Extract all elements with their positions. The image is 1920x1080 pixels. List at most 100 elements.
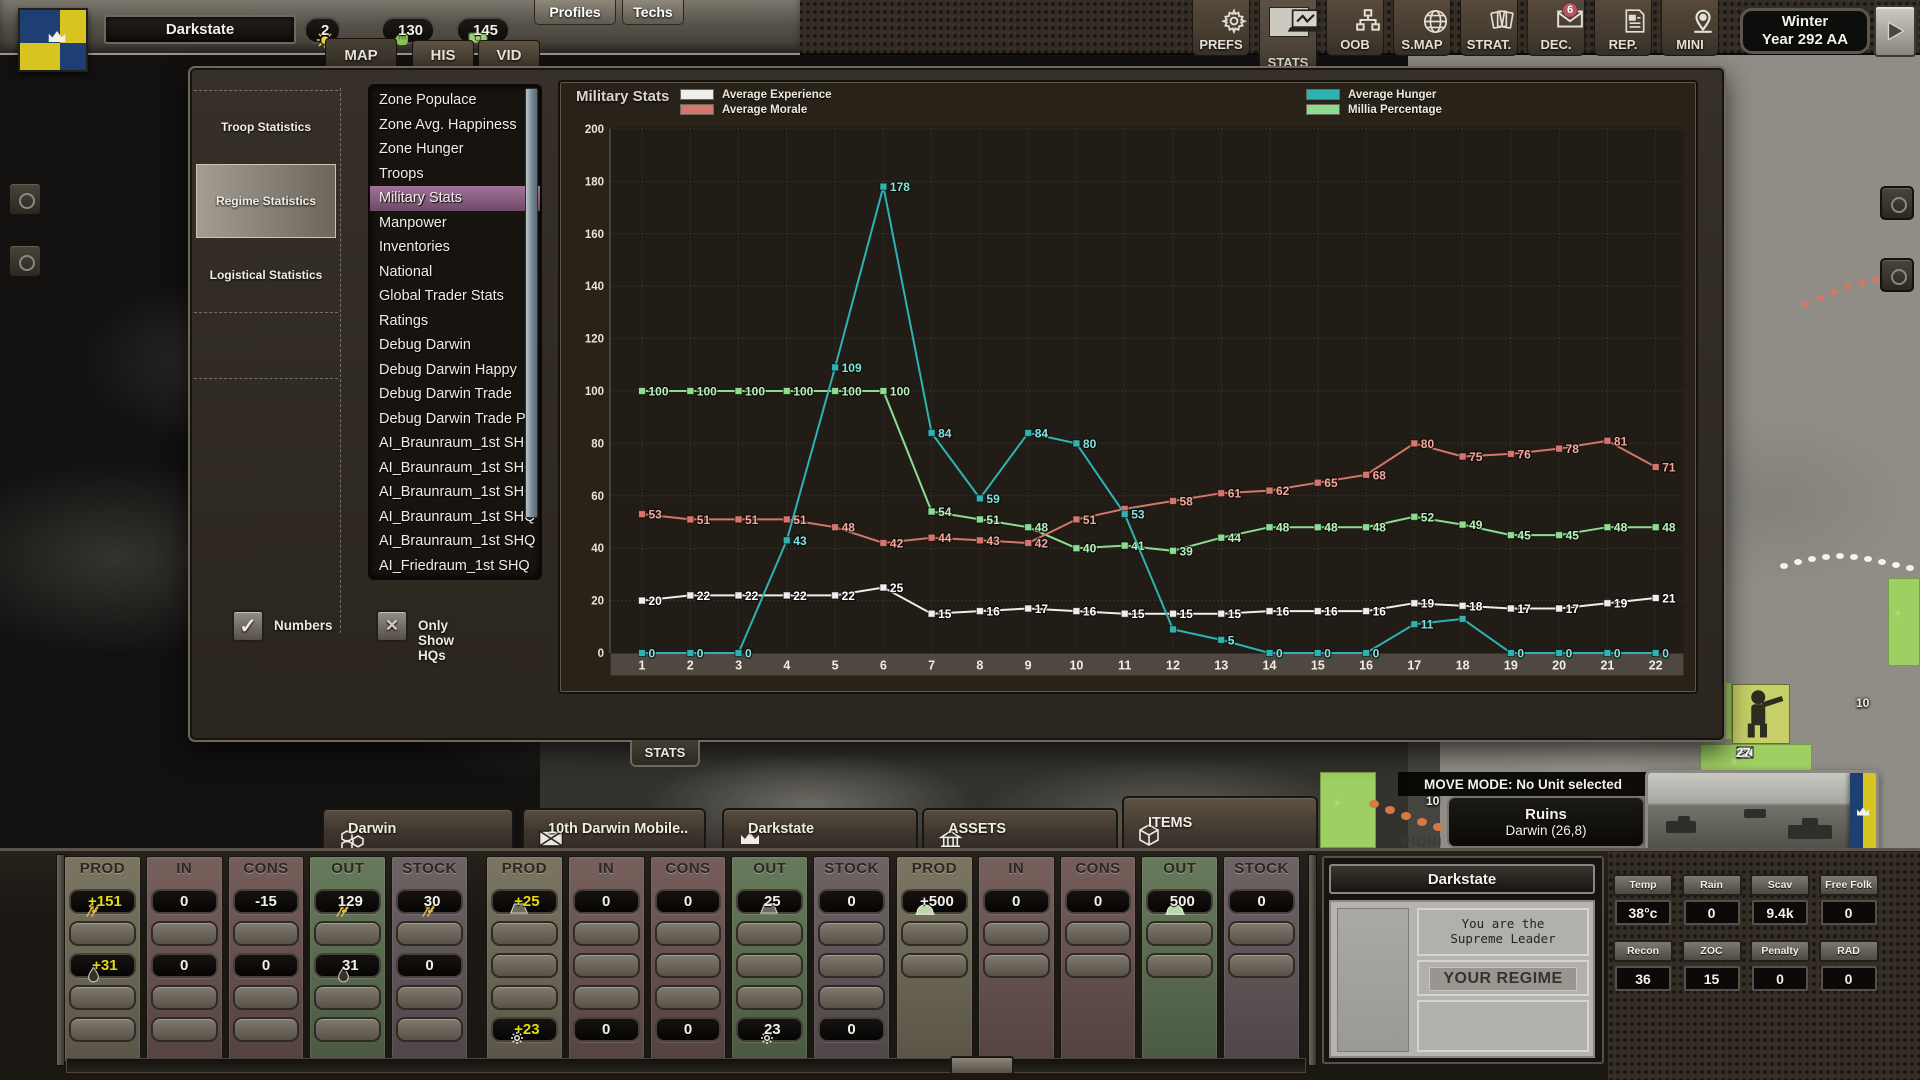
resource-cell[interactable]: 23 [736,1017,803,1042]
resource-cell[interactable]: 30 [396,889,463,914]
resource-cell[interactable]: 0 [151,953,218,978]
svg-text:42: 42 [1035,537,1049,551]
chart-plot: 0204060801001201401601802001234567891011… [560,82,1696,692]
svg-text:7: 7 [928,659,935,673]
only-show-hqs-checkbox[interactable]: ✕ [376,610,408,642]
svg-text:54: 54 [938,505,952,519]
svg-text:0: 0 [1276,647,1283,661]
list-item[interactable]: Zone Populace [370,88,540,113]
resource-cell[interactable]: 0 [1228,889,1295,914]
list-item[interactable]: Military Stats [370,186,540,211]
dock-tab-label: 10th Darwin Mobile.. [548,821,688,837]
list-item[interactable]: AI_Braunraum_1st SHQ [370,505,540,530]
dock-tab-assets[interactable]: ASSETS [922,808,1118,848]
list-item[interactable]: Troops [370,162,540,187]
panel-scroll-track[interactable] [66,1058,1306,1073]
svg-text:39: 39 [1180,544,1194,558]
list-item[interactable]: Debug Darwin Happy [370,358,540,383]
tank-silhouette [1744,809,1766,818]
dock-tab-items[interactable]: ITEMS [1122,796,1318,848]
resource-value: 0 [180,893,188,910]
panel-scroll-thumb[interactable] [950,1056,1014,1075]
map-unit-soldier-tile[interactable] [1732,684,1790,744]
dec-button[interactable]: DEC.6 [1527,0,1585,56]
map-tool-button[interactable] [8,182,42,216]
svg-text:17: 17 [1035,602,1049,616]
resource-cell-empty [901,953,968,978]
resource-cell[interactable]: 31 [314,953,381,978]
resource-column-in: IN0 [978,856,1055,1063]
list-item[interactable]: Zone Avg. Happiness [370,113,540,138]
resource-cell[interactable]: 129 [314,889,381,914]
dock-tab-10th-darwin-mobile-[interactable]: 10th Darwin Mobile.. [522,808,706,848]
oob-button[interactable]: OOB [1326,0,1384,56]
resource-cell[interactable]: +23 [491,1017,558,1042]
list-item[interactable]: AI_Braunraum_1st SHQ [370,529,540,554]
resource-cell[interactable]: 0 [573,1017,640,1042]
game-screen: 27 10 10 PIORI Darkstate 2130145 Profile… [0,0,1920,1080]
list-item[interactable]: Debug Darwin Trade [370,382,540,407]
map-tool-button[interactable] [8,244,42,278]
resource-cell[interactable]: 0 [1065,889,1132,914]
resource-value: 130 [398,22,423,39]
tile-stat-value: 9.4k [1752,900,1808,925]
stats-window-tab[interactable]: STATS [630,740,700,767]
resource-cell[interactable]: +151 [69,889,136,914]
list-item[interactable]: Ratings [370,309,540,334]
end-turn-button[interactable] [1874,5,1916,57]
stats-button[interactable]: STATS [1259,0,1317,74]
list-item[interactable]: AI_Braunraum_1st SHQ [370,456,540,481]
resource-cell[interactable]: +500 [901,889,968,914]
list-item[interactable]: Zone Hunger [370,137,540,162]
list-item[interactable]: Global Trader Stats [370,284,540,309]
your-regime-button[interactable]: YOUR REGIME [1429,967,1577,991]
sidebar-item-logistical-statistics[interactable]: Logistical Statistics [196,238,336,312]
resource-cell[interactable]: 0 [573,889,640,914]
resource-cell[interactable]: +25 [491,889,558,914]
svg-text:16: 16 [986,605,1000,619]
resource-cell[interactable]: 0 [983,889,1050,914]
resource-value: 0 [847,1021,855,1038]
list-item[interactable]: National [370,260,540,285]
strat-button[interactable]: STRAT. [1460,0,1518,56]
resource-value: 0 [262,957,270,974]
resource-cell[interactable]: 0 [818,1017,885,1042]
resource-cell[interactable]: 0 [233,953,300,978]
stat-list-scrollbar[interactable] [525,88,538,518]
list-item[interactable]: AI_Friedraum_1st SHQ [370,554,540,579]
svg-text:22: 22 [842,589,856,603]
prefs-button[interactable]: PREFS [1192,0,1250,56]
resource-cell[interactable]: -15 [233,889,300,914]
map-tool-button[interactable] [1880,186,1914,220]
profiles-button[interactable]: Profiles [534,0,616,25]
resource-cell[interactable]: 0 [396,953,463,978]
smap-button[interactable]: S.MAP [1393,0,1451,56]
resource-value: +23 [514,1021,539,1038]
list-item[interactable]: AI_Braunraum_1st SHQ [370,480,540,505]
numbers-checkbox[interactable]: ✓ [232,610,264,642]
list-item[interactable]: AI_Braunraum_1st SHQ [370,431,540,456]
map-tool-button[interactable] [1880,258,1914,292]
svg-text:0: 0 [1614,647,1621,661]
resource-cell[interactable]: 25 [736,889,803,914]
resource-cell[interactable]: 500 [1146,889,1213,914]
tile-stat-label: Penalty [1750,940,1810,962]
dock-tab-darkstate[interactable]: Darkstate [722,808,918,848]
list-item[interactable]: Manpower [370,211,540,236]
svg-text:11: 11 [1118,659,1131,673]
flag-quadrant [60,43,86,70]
mini-button[interactable]: MINI [1661,0,1719,56]
resource-cell[interactable]: 0 [655,1017,722,1042]
list-item[interactable]: Debug Darwin Trade Pr [370,407,540,432]
resource-cell[interactable]: 0 [818,889,885,914]
resource-cell[interactable]: 0 [151,889,218,914]
resource-cell[interactable]: +31 [69,953,136,978]
techs-button[interactable]: Techs [622,0,684,25]
rep-button[interactable]: REP. [1594,0,1652,56]
dock-tab-darwin[interactable]: Darwin [322,808,514,848]
sidebar-item-troop-statistics[interactable]: Troop Statistics [196,90,336,164]
sidebar-item-regime-statistics[interactable]: Regime Statistics [196,164,336,238]
resource-cell[interactable]: 0 [655,889,722,914]
list-item[interactable]: Debug Darwin [370,333,540,358]
list-item[interactable]: Inventories [370,235,540,260]
